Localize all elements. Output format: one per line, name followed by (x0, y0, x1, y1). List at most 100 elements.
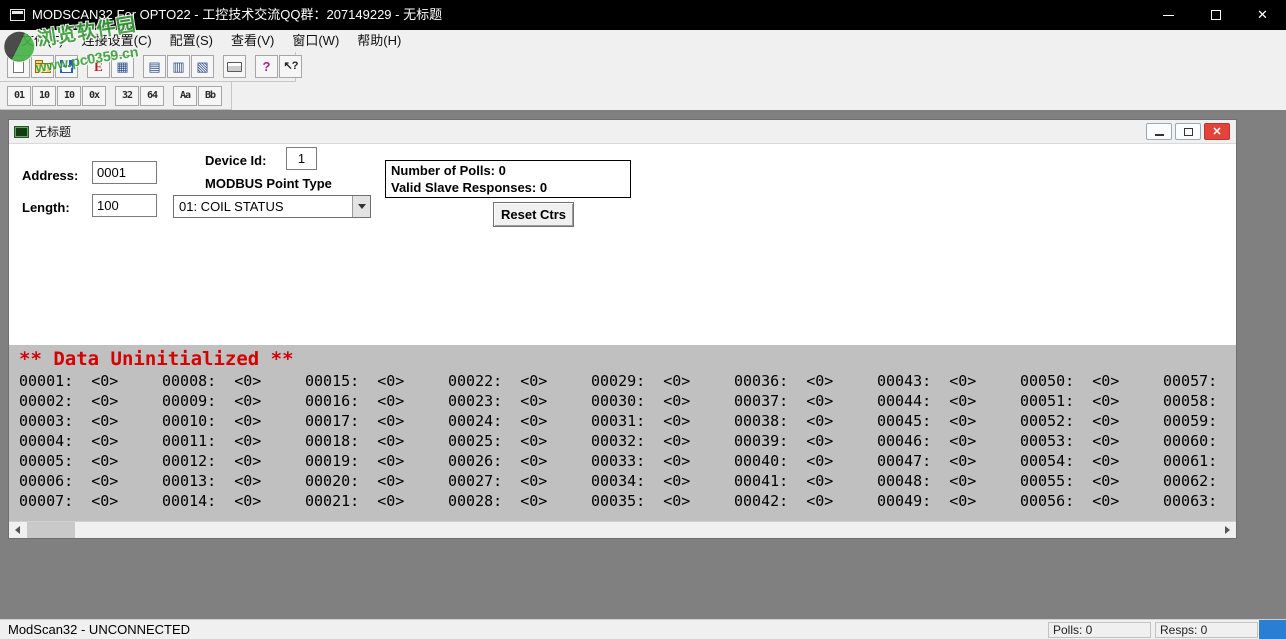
window-title: MODSCAN32 For OPTO22 - 工控技术交流QQ群：2071492… (32, 0, 442, 30)
menu-item-window[interactable]: 窗口(W) (283, 30, 348, 52)
holding-register-button[interactable]: 0x (82, 86, 106, 106)
menu-item-setup[interactable]: 配置(S) (161, 30, 222, 52)
register-data-area[interactable]: ** Data Uninitialized ** 00001: <0>00008… (9, 345, 1236, 521)
register-cell: 00009: <0> (162, 391, 305, 411)
context-help-button[interactable]: ↖? (279, 55, 302, 78)
maximize-button[interactable] (1192, 0, 1239, 30)
horizontal-scrollbar[interactable] (9, 521, 1236, 538)
scan-settings-form: Address: Length: Device Id: MODBUS Point… (9, 143, 1236, 345)
menu-item-file[interactable]: 文件(F) (12, 30, 73, 52)
chevron-down-icon (358, 204, 366, 209)
about-button[interactable]: ? (255, 55, 278, 78)
register-cell: 00006: <0> (19, 471, 162, 491)
register-cell: 00011: <0> (162, 431, 305, 451)
context-help-icon: ↖? (284, 61, 298, 72)
express-connect-button[interactable]: E (87, 55, 110, 78)
main-toolbar: E▦ ▤ ▥ ▧? ↖? (0, 52, 296, 82)
register-cell: 00018: <0> (305, 431, 448, 451)
close-button[interactable]: ✕ (1239, 0, 1286, 30)
register-cell: 00024: <0> (448, 411, 591, 431)
display-32bit-button[interactable]: 32 (115, 86, 139, 106)
document-maximize-button[interactable] (1175, 123, 1201, 140)
register-cell: 00020: <0> (305, 471, 448, 491)
point-type-label: MODBUS Point Type (205, 176, 332, 191)
register-cell: 00037: <0> (734, 391, 877, 411)
register-cell: 00051: <0> (1020, 391, 1163, 411)
register-cell: 00059: (1163, 411, 1236, 431)
data-grid-row: 00003: <0>00010: <0>00017: <0>00024: <0>… (19, 411, 1236, 431)
register-cell: 00058: (1163, 391, 1236, 411)
polls-pane: Polls: 0 (1048, 622, 1151, 638)
document-close-button[interactable]: ✕ (1204, 123, 1230, 140)
connection-status: ModScan32 - UNCONNECTED (8, 622, 190, 637)
close-icon: ✕ (1212, 125, 1221, 138)
maximize-icon (1211, 10, 1221, 20)
register-cell: 00035: <0> (591, 491, 734, 511)
register-cell: 00057: (1163, 371, 1236, 391)
data-definition-button[interactable]: ▦ (111, 55, 134, 78)
length-input[interactable] (92, 194, 157, 217)
device-id-label: Device Id: (205, 153, 266, 168)
print-button[interactable] (223, 55, 246, 78)
coil-status-button[interactable]: 01 (7, 86, 31, 106)
document-title-bar: 无标题 ✕ (9, 120, 1236, 143)
window-controls: ✕ (1145, 0, 1286, 30)
format-ascii-icon: Aa (180, 90, 190, 101)
scrollbar-thumb[interactable] (27, 522, 75, 538)
traffic-view-icon: ▥ (172, 60, 184, 73)
dropdown-button[interactable] (352, 196, 370, 217)
display-64bit-button[interactable]: 64 (140, 86, 164, 106)
document-window: 无标题 ✕ Address: Length: Device Id: MODBUS… (8, 119, 1237, 539)
arrow-left-icon (11, 526, 20, 534)
register-cell: 00046: <0> (877, 431, 1020, 451)
open-file-button[interactable] (31, 55, 54, 78)
document-icon[interactable] (14, 126, 29, 138)
register-cell: 00017: <0> (305, 411, 448, 431)
app-icon[interactable] (10, 9, 25, 21)
minimize-button[interactable] (1145, 0, 1192, 30)
capture-button[interactable]: ▧ (191, 55, 214, 78)
new-file-button[interactable] (7, 55, 30, 78)
device-id-input[interactable] (286, 147, 317, 170)
register-cell: 00050: <0> (1020, 371, 1163, 391)
scroll-left-button[interactable] (9, 522, 26, 538)
show-traffic-button[interactable]: ▥ (167, 55, 190, 78)
save-button[interactable] (55, 55, 78, 78)
register-cell: 00034: <0> (591, 471, 734, 491)
register-cell: 00054: <0> (1020, 451, 1163, 471)
address-input[interactable] (92, 161, 157, 184)
register-cell: 00039: <0> (734, 431, 877, 451)
scroll-right-button[interactable] (1219, 522, 1236, 538)
register-cell: 00060: (1163, 431, 1236, 451)
register-cell: 00063: (1163, 491, 1236, 511)
length-label: Length: (22, 200, 70, 215)
register-cell: 00021: <0> (305, 491, 448, 511)
document-minimize-button[interactable] (1146, 123, 1172, 140)
register-cell: 00062: (1163, 471, 1236, 491)
register-cell: 00004: <0> (19, 431, 162, 451)
register-cell: 00038: <0> (734, 411, 877, 431)
register-cell: 00028: <0> (448, 491, 591, 511)
close-icon: ✕ (1257, 7, 1268, 23)
menu-item-connection[interactable]: 连接设置(C) (73, 30, 161, 52)
display-binary-button[interactable]: Bb (198, 86, 222, 106)
register-cell: 00013: <0> (162, 471, 305, 491)
format-toolbar-row: 0110I0 0x 3264 Aa Bb (0, 82, 1286, 110)
input-status-button[interactable]: 10 (32, 86, 56, 106)
data-grid-row: 00007: <0>00014: <0>00021: <0>00028: <0>… (19, 491, 1236, 511)
register-cell: 00049: <0> (877, 491, 1020, 511)
table-view-icon: ▤ (148, 60, 160, 73)
reset-counters-button[interactable]: Reset Ctrs (493, 202, 574, 227)
register-cell: 00027: <0> (448, 471, 591, 491)
open-folder-icon (35, 63, 51, 73)
display-ascii-button[interactable]: Aa (173, 86, 197, 106)
point-type-select[interactable]: 01: COIL STATUS (173, 195, 371, 218)
show-data-button[interactable]: ▤ (143, 55, 166, 78)
register-cell: 00055: <0> (1020, 471, 1163, 491)
menu-item-view[interactable]: 查看(V) (222, 30, 283, 52)
register-cell: 00061: (1163, 451, 1236, 471)
menu-item-help[interactable]: 帮助(H) (348, 30, 410, 52)
register-cell: 00047: <0> (877, 451, 1020, 471)
input-register-button[interactable]: I0 (57, 86, 81, 106)
point-type-40-icon: 0x (89, 90, 99, 101)
